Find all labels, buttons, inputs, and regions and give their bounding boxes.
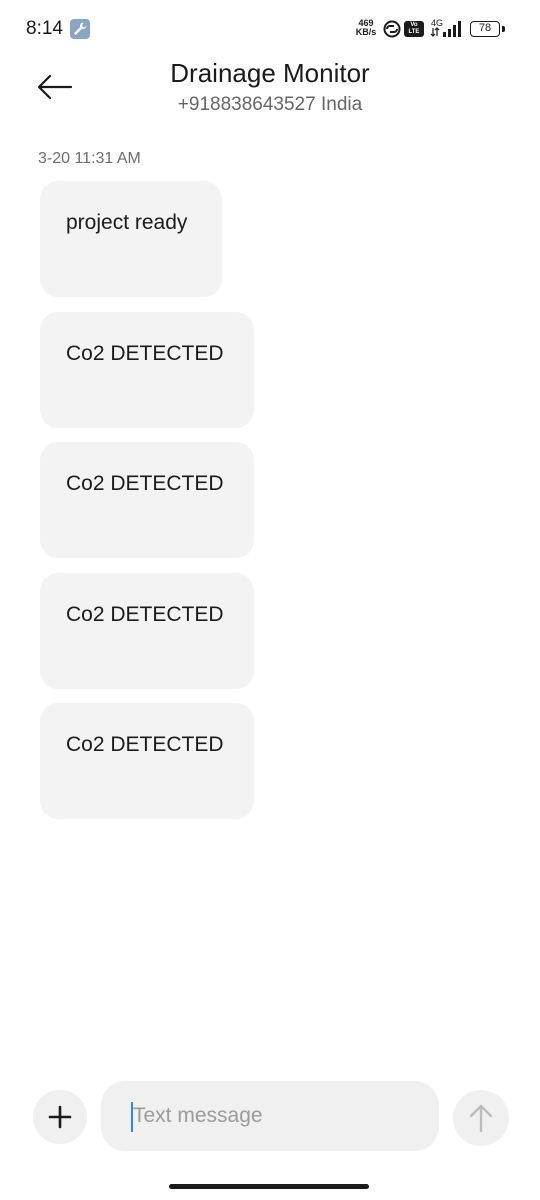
arrow-up-icon (469, 1104, 493, 1133)
arrow-left-icon (37, 74, 73, 100)
volte-icon: Vo LTE (404, 21, 424, 37)
contact-number[interactable]: +918838643527 India (90, 94, 450, 116)
net-speed: 469 KB/s (354, 19, 378, 37)
message-bubble[interactable]: project ready (40, 181, 222, 297)
message-input[interactable] (133, 1081, 429, 1151)
status-time: 8:14 (26, 18, 63, 39)
battery-icon: 78 (470, 21, 500, 37)
plus-icon (48, 1105, 72, 1129)
contact-name[interactable]: Drainage Monitor (90, 58, 450, 89)
message-input-container[interactable] (101, 1081, 439, 1151)
status-bar: 8:14 469 KB/s Vo LTE 4G 78 (0, 0, 540, 58)
add-attachment-button[interactable] (33, 1090, 87, 1144)
volte-bottom-label: LTE (408, 29, 420, 35)
message-bubble[interactable]: Co2 DETECTED (40, 442, 254, 558)
wrench-icon (70, 19, 90, 39)
send-button[interactable] (453, 1090, 509, 1146)
message-bubble[interactable]: Co2 DETECTED (40, 572, 254, 689)
messaging-screen: 8:14 469 KB/s Vo LTE 4G 78 Drainage Moni… (0, 0, 540, 1200)
message-bubble[interactable]: Co2 DETECTED (40, 703, 254, 819)
message-bubble[interactable]: Co2 DETECTED (40, 311, 254, 428)
signal-icon (430, 21, 461, 37)
message-timestamp: 3-20 11:31 AM (38, 150, 141, 167)
net-speed-unit: KB/s (355, 27, 377, 37)
back-button[interactable] (30, 62, 80, 112)
message-list: project ready Co2 DETECTED Co2 DETECTED … (40, 181, 254, 834)
battery-level: 78 (478, 22, 492, 34)
battery-tip (502, 26, 505, 32)
volte-top-label: Vo (410, 22, 418, 28)
home-indicator[interactable] (169, 1184, 369, 1189)
link-icon (383, 20, 401, 38)
